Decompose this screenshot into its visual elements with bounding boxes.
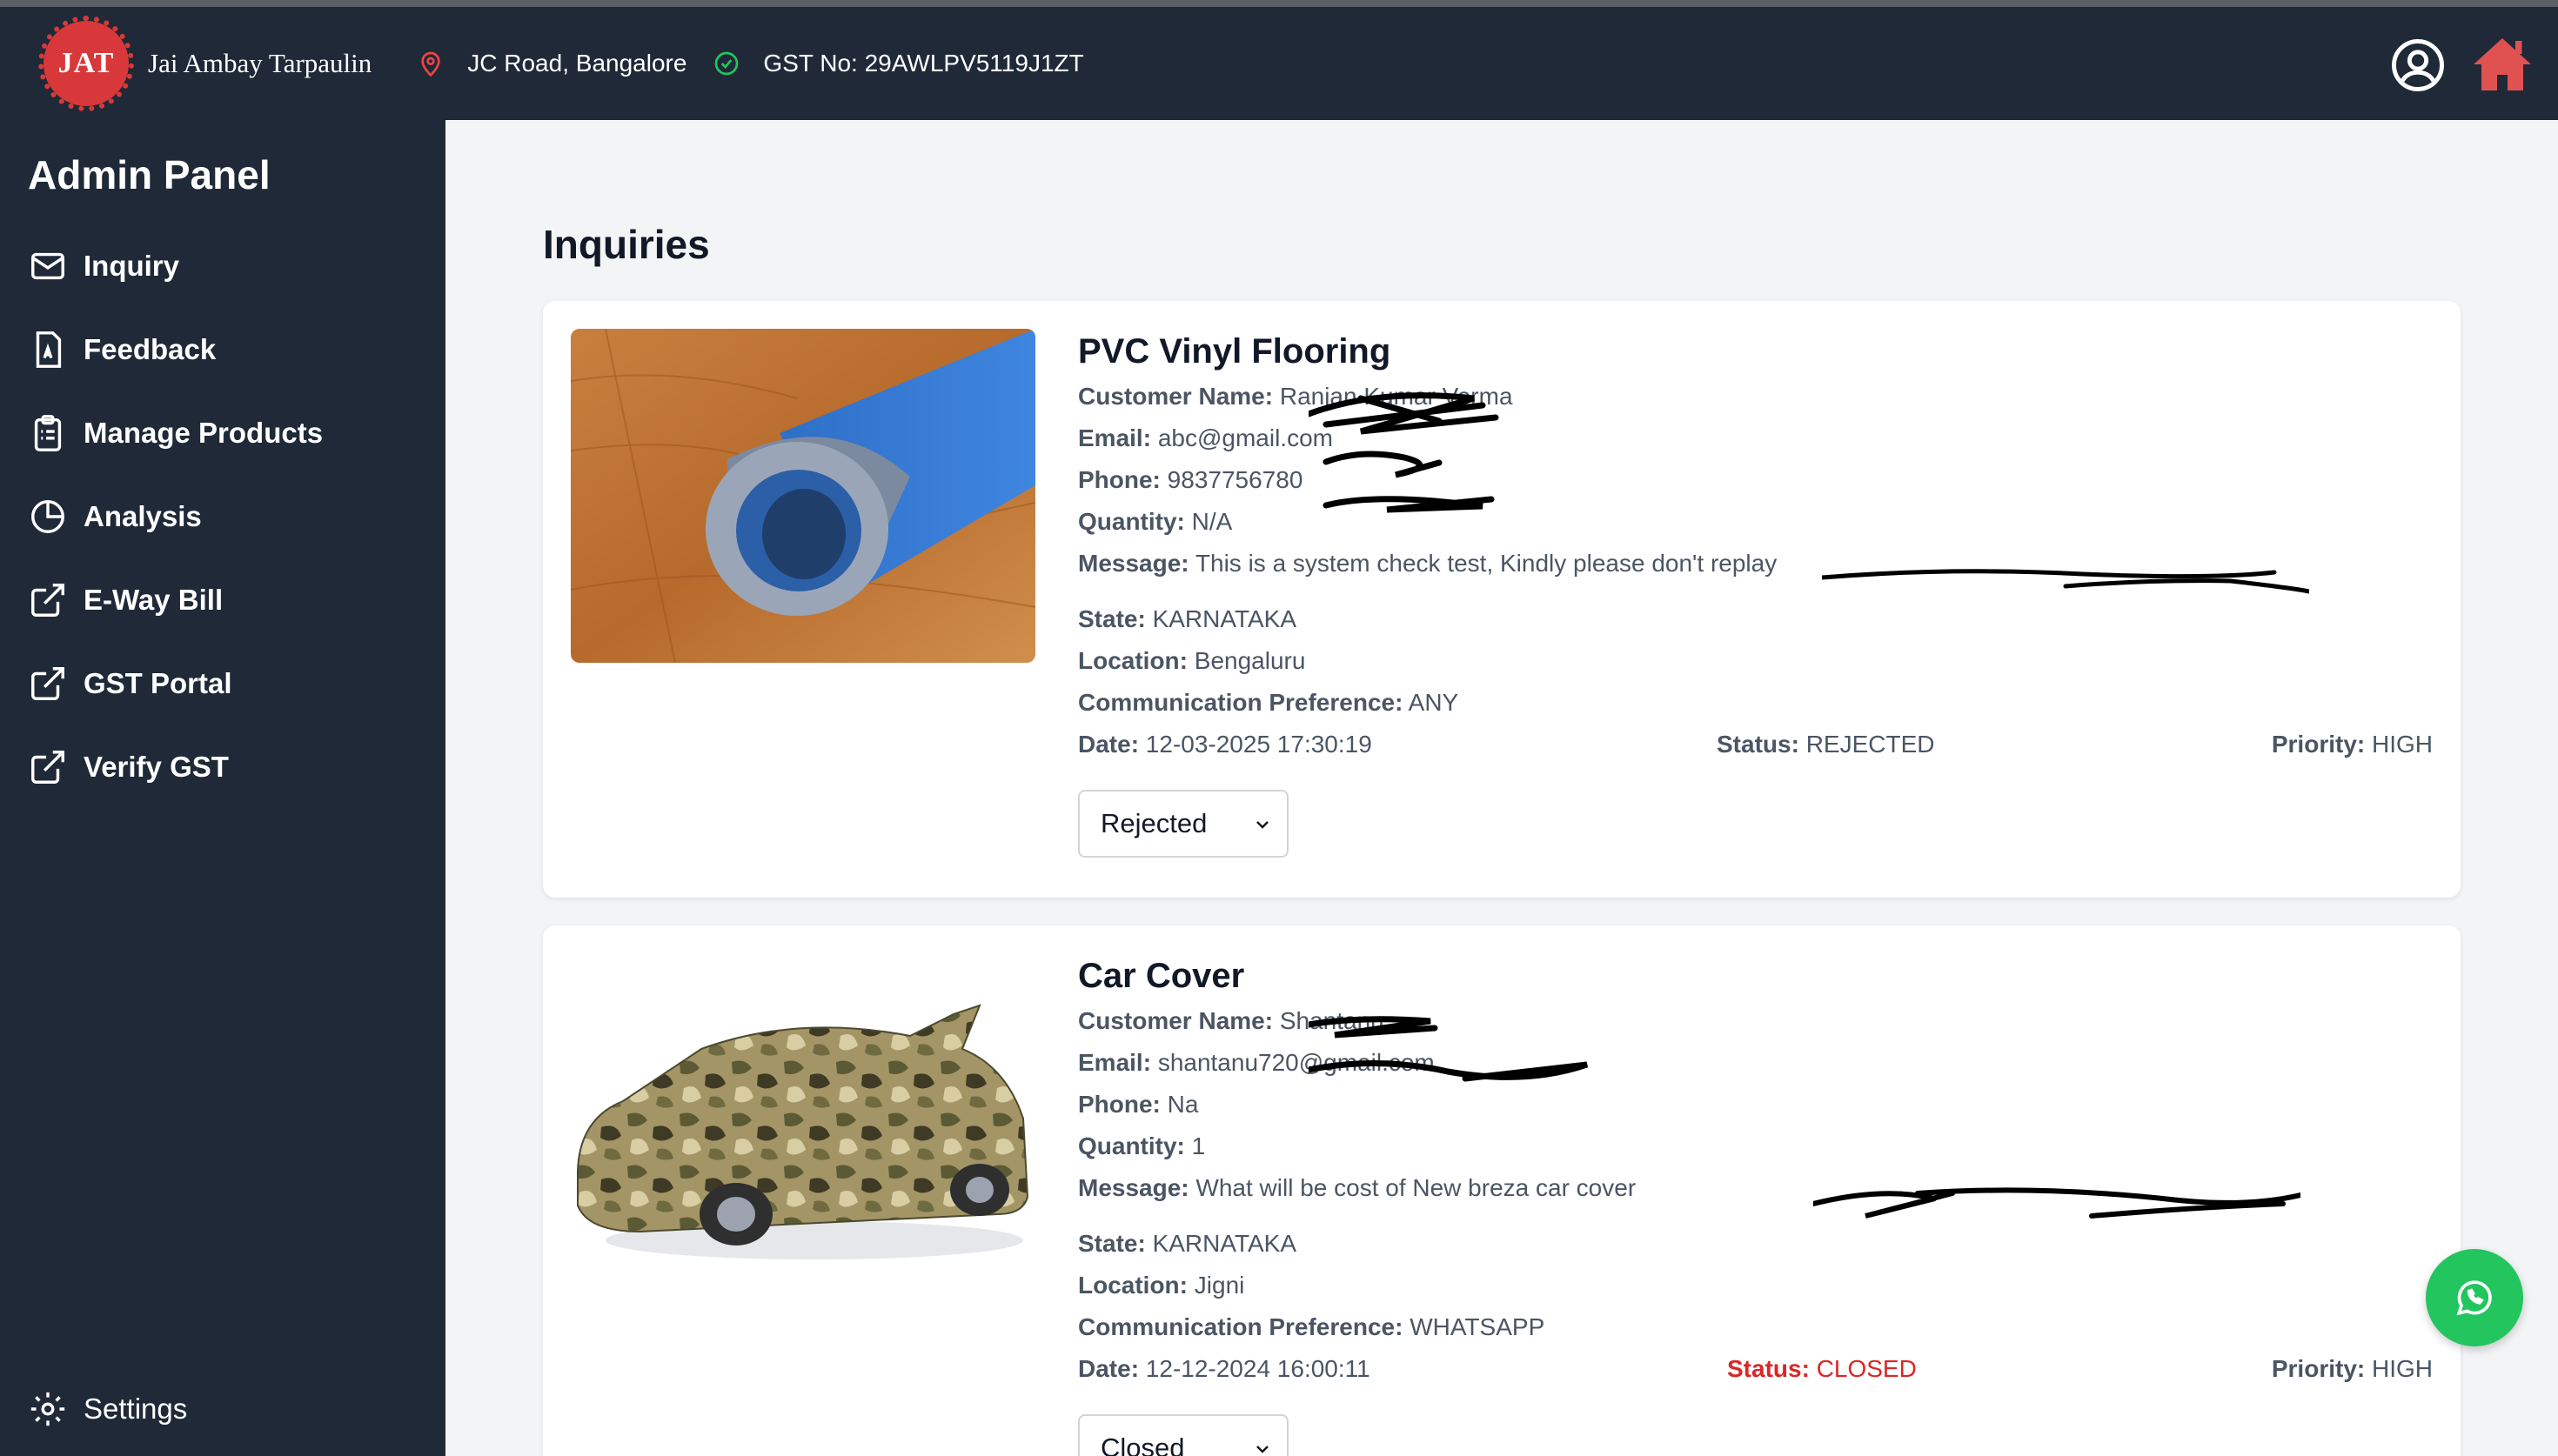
comm-pref-field: Communication Preference: ANY [1078,689,1459,716]
product-image-car-cover [571,953,1035,1287]
sidebar-item-inquiry[interactable]: Inquiry [28,240,179,292]
home-icon[interactable] [2471,35,2534,94]
page-title: Inquiries [543,222,710,267]
status-badge: Status: CLOSED [1727,1355,1917,1382]
product-name: PVC Vinyl Flooring [1078,332,1391,371]
inquiry-card: PVC Vinyl Flooring Customer Name: Ranjan… [543,301,2461,898]
status-select-value: Closed [1101,1433,1185,1456]
state-field: State: KARNATAKA [1078,1230,1297,1257]
pie-chart-icon [31,500,64,533]
clipboard-list-icon [34,415,62,451]
quantity-field: Quantity: 1 [1078,1132,1206,1159]
brand-name: Jai Ambay Tarpaulin [148,48,372,78]
sidebar-item-label: Verify GST [84,751,229,783]
sidebar-item-verify-gst[interactable]: Verify GST [28,741,229,793]
whatsapp-icon [2456,1280,2492,1316]
check-circle-icon [715,51,739,76]
priority-field: Priority: HIGH [2271,731,2433,758]
phone-field: Phone: 9837756780 [1078,466,1303,493]
sidebar-item-label: Analysis [84,500,202,532]
inquiry-details: PVC Vinyl Flooring Customer Name: Ranjan… [1078,332,2433,858]
sidebar-item-label: E-Way Bill [84,584,224,616]
chevron-down-icon [1256,1446,1269,1453]
top-header: JAT Jai Ambay Tarpaulin JC Road, Bangalo… [0,7,2558,120]
status-select-value: Rejected [1101,808,1208,838]
sidebar-item-label: Inquiry [84,250,180,282]
customer-name-field: Customer Name: Ranjan Kumar Verma [1078,383,1513,410]
email-field: Email: shantanu720@gmail.com [1078,1049,1435,1076]
product-image-vinyl-flooring [571,329,1035,663]
whatsapp-chat-button[interactable] [2426,1249,2523,1346]
main-content: Inquiries PVC Vinyl Flooring Customer Na… [445,120,2558,1456]
sidebar-item-label: GST Portal [84,667,232,699]
feedback-doc-icon [36,331,62,368]
date-field: Date: 12-12-2024 16:00:11 [1078,1355,1370,1382]
inquiry-details: Car Cover Customer Name: Shantanu Email:… [1078,957,2433,1456]
chevron-down-icon [1256,821,1269,829]
settings-label: Settings [84,1393,188,1425]
sidebar-title: Admin Panel [28,152,271,197]
message-field: Message: What will be cost of New breza … [1078,1174,1637,1201]
sidebar-item-gst-portal[interactable]: GST Portal [28,658,232,710]
sidebar-item-label: Manage Products [84,417,324,449]
comm-pref-field: Communication Preference: WHATSAPP [1078,1313,1545,1340]
inquiry-card: Car Cover Customer Name: Shantanu Email:… [543,925,2461,1456]
sidebar-item-label: Feedback [84,333,217,365]
product-name: Car Cover [1078,957,1245,995]
external-link-icon [31,667,64,700]
quantity-field: Quantity: N/A [1078,508,1233,535]
external-link-icon [31,751,64,784]
sidebar-item-manage-products[interactable]: Manage Products [28,407,323,459]
map-pin-icon [421,51,440,77]
sidebar-item-analysis[interactable]: Analysis [28,491,202,543]
gear-icon [30,1392,65,1426]
location-text: JC Road, Bangalore [467,50,687,77]
phone-field: Phone: Na [1078,1091,1199,1118]
gst-number: GST No: 29AWLPV5119J1ZT [763,50,1084,77]
sidebar-item-feedback[interactable]: Feedback [28,324,216,376]
date-status-priority-row: Date: 12-12-2024 16:00:11 Status: CLOSED… [1078,1348,2433,1390]
message-field: Message: This is a system check test, Ki… [1078,550,1778,577]
state-field: State: KARNATAKA [1078,605,1297,632]
status-select[interactable]: Rejected [1078,790,1289,858]
brand-logo[interactable]: JAT [38,16,134,111]
sidebar-item-settings[interactable]: Settings [28,1383,187,1435]
logo-text: JAT [57,47,115,79]
user-account-icon[interactable] [2389,37,2447,94]
sidebar: Admin Panel Inquiry Feedback Manage Prod… [0,120,445,1456]
mail-icon [31,252,64,280]
date-status-priority-row: Date: 12-03-2025 17:30:19 Status: REJECT… [1078,724,2433,765]
status-badge: Status: REJECTED [1717,731,1935,758]
date-field: Date: 12-03-2025 17:30:19 [1078,731,1372,758]
email-field: Email: abc@gmail.com [1078,424,1333,451]
customer-name-field: Customer Name: Shantanu [1078,1007,1384,1034]
location-field: Location: Jigni [1078,1272,1245,1299]
priority-field: Priority: HIGH [2271,1355,2433,1382]
sidebar-item-eway-bill[interactable]: E-Way Bill [28,574,223,626]
external-link-icon [31,584,64,617]
window-top-strip [0,0,2558,7]
location-field: Location: Bengaluru [1078,647,1306,674]
status-select[interactable]: Closed [1078,1414,1289,1456]
